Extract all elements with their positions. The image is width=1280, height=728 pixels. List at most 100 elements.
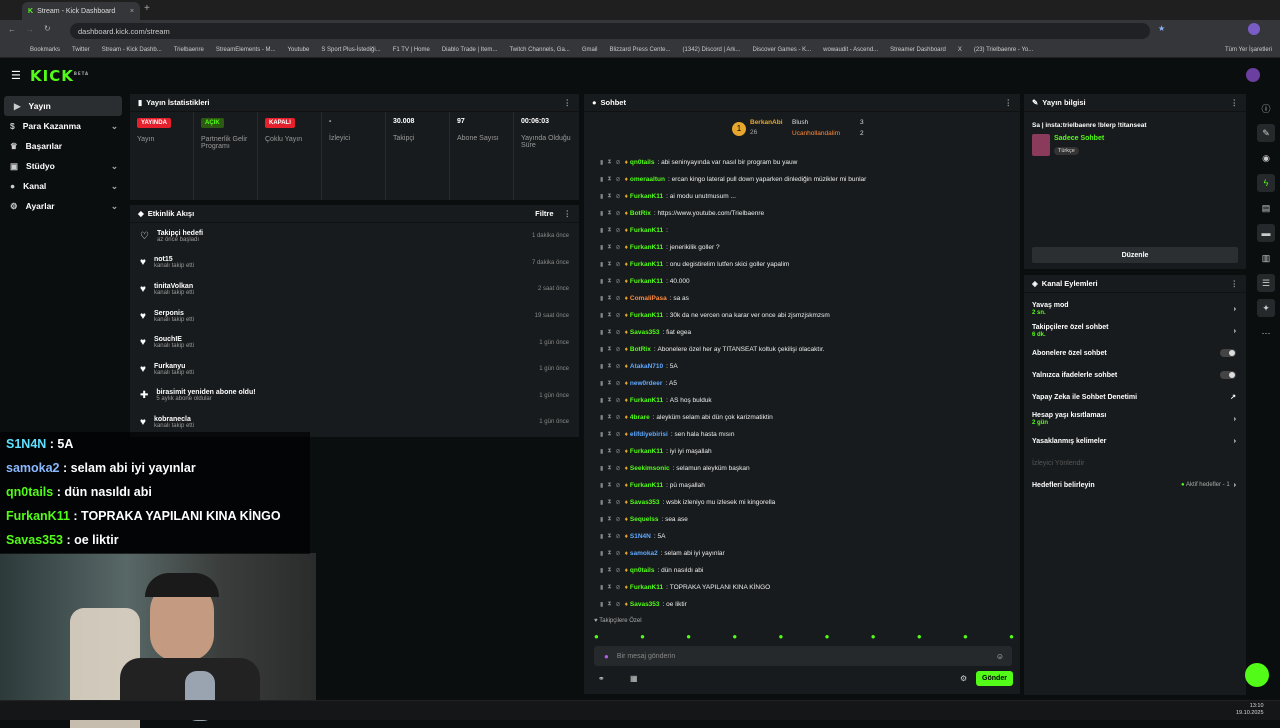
chat-username[interactable]: FurkanK11	[630, 312, 663, 319]
ban-icon[interactable]: ⊘	[616, 261, 621, 268]
emote-icon[interactable]: ●	[871, 632, 876, 641]
chat-username[interactable]: Sequelss	[630, 516, 659, 523]
chat-username[interactable]: new0rdeer	[630, 380, 663, 387]
pin-icon[interactable]: ▮	[600, 227, 603, 234]
timeout-icon[interactable]: ⧗	[607, 295, 611, 302]
chat-username[interactable]: S1N4N	[630, 533, 651, 540]
chat-username[interactable]: BotRix	[630, 346, 651, 353]
bookmark-item[interactable]: Gmail	[582, 47, 598, 53]
ban-icon[interactable]: ⊘	[616, 567, 621, 574]
timeout-icon[interactable]: ⧗	[607, 567, 611, 574]
calendar-icon[interactable]: ▥	[1257, 249, 1275, 267]
emote-icon[interactable]: ●	[779, 632, 784, 641]
ban-icon[interactable]: ⊘	[616, 210, 621, 217]
timeout-icon[interactable]: ⧗	[607, 244, 611, 251]
sidebar-item-yayin[interactable]: ▶ Yayın	[4, 96, 122, 116]
emote-icon[interactable]: ●	[732, 632, 737, 641]
ban-icon[interactable]: ⊘	[616, 363, 621, 370]
chat-username[interactable]: FurkanK11	[630, 261, 663, 268]
action-ai-moderation[interactable]: Yapay Zeka ile Sohbet Denetimi ↗	[1024, 386, 1246, 408]
gear-icon[interactable]: ⚙	[960, 674, 967, 683]
chat-username[interactable]: FurkanK11	[630, 448, 663, 455]
ban-icon[interactable]: ⊘	[616, 193, 621, 200]
timeout-icon[interactable]: ⧗	[607, 278, 611, 285]
category-link[interactable]: Sadece Sohbet	[1054, 135, 1104, 142]
timeout-icon[interactable]: ⧗	[607, 193, 611, 200]
timeout-icon[interactable]: ⧗	[607, 533, 611, 540]
ban-icon[interactable]: ⊘	[616, 278, 621, 285]
pin-icon[interactable]: ▮	[600, 193, 603, 200]
chat-username[interactable]: Seekimsonic	[630, 465, 670, 472]
pin-icon[interactable]: ▮	[600, 448, 603, 455]
pin-icon[interactable]: ▮	[600, 465, 603, 472]
chat-input[interactable]: ● Bir mesaj gönderin ☺	[594, 646, 1012, 666]
bookmark-item[interactable]: Trielbaenre	[174, 47, 204, 53]
settings-link-icon[interactable]: ⚭	[598, 674, 605, 683]
ban-icon[interactable]: ⊘	[616, 244, 621, 251]
chat-username[interactable]: FurkanK11	[630, 227, 663, 234]
chat-username[interactable]: qn0tails	[630, 159, 655, 166]
timeout-icon[interactable]: ⧗	[607, 329, 611, 336]
pin-icon[interactable]: ▮	[600, 210, 603, 217]
timeout-icon[interactable]: ⧗	[607, 210, 611, 217]
bookmark-item[interactable]: X	[958, 47, 962, 53]
timeout-icon[interactable]: ⧗	[607, 601, 611, 608]
chat-username[interactable]: elifdiyebirisi	[630, 431, 668, 438]
ban-icon[interactable]: ⊘	[616, 159, 621, 166]
chat-username[interactable]: FurkanK11	[630, 278, 663, 285]
new-tab-icon[interactable]: +	[144, 3, 150, 14]
pin-icon[interactable]: ▮	[600, 567, 603, 574]
emote-icon[interactable]: ●	[963, 632, 968, 641]
timeout-icon[interactable]: ⧗	[607, 363, 611, 370]
ban-icon[interactable]: ⊘	[616, 380, 621, 387]
timeout-icon[interactable]: ⧗	[607, 448, 611, 455]
bot-icon[interactable]: ◉	[1257, 149, 1275, 167]
pin-icon[interactable]: ▮	[600, 346, 603, 353]
subscriber-chat-toggle[interactable]	[1220, 349, 1236, 357]
ban-icon[interactable]: ⊘	[616, 533, 621, 540]
chat-username[interactable]: Savas353	[630, 601, 660, 608]
ban-icon[interactable]: ⊘	[616, 295, 621, 302]
ban-icon[interactable]: ⊘	[616, 346, 621, 353]
bookmark-item[interactable]: F1 TV | Home	[393, 47, 430, 53]
profile-avatar[interactable]	[1248, 23, 1260, 35]
sidebar-item-para-kazanma[interactable]: $ Para Kazanma ⌄	[0, 116, 126, 136]
bookmark-item[interactable]: Diablo Trade | Item...	[442, 47, 498, 53]
kick-logo[interactable]: KICKBETA	[30, 67, 89, 85]
ban-icon[interactable]: ⊘	[616, 397, 621, 404]
action-account-age[interactable]: Hesap yaşı kısıtlaması 2 gün ›	[1024, 408, 1246, 430]
timeout-icon[interactable]: ⧗	[607, 227, 611, 234]
pin-icon[interactable]: ▮	[600, 584, 603, 591]
ban-icon[interactable]: ⊘	[616, 312, 621, 319]
pin-icon[interactable]: ▮	[600, 499, 603, 506]
ban-icon[interactable]: ⊘	[616, 431, 621, 438]
pencil-icon[interactable]: ✎	[1257, 124, 1275, 142]
chat-username[interactable]: Savas353	[630, 329, 660, 336]
timeout-icon[interactable]: ⧗	[607, 176, 611, 183]
pin-icon[interactable]: ▮	[600, 244, 603, 251]
sidebar-item-kanal[interactable]: ● Kanal ⌄	[0, 176, 126, 196]
bookmark-item[interactable]: Discover Games - K...	[752, 47, 811, 53]
timeout-icon[interactable]: ⧗	[607, 516, 611, 523]
timeout-icon[interactable]: ⧗	[607, 312, 611, 319]
pin-icon[interactable]: ▮	[600, 176, 603, 183]
chat-icon[interactable]: ▬	[1257, 224, 1275, 242]
ban-icon[interactable]: ⊘	[616, 227, 621, 234]
pin-icon[interactable]: ▮	[600, 414, 603, 421]
chat-username[interactable]: Savas353	[630, 499, 660, 506]
bookmark-item[interactable]: StreamElements - M...	[216, 47, 276, 53]
more-icon[interactable]: ⋮	[564, 209, 572, 218]
bookmark-item[interactable]: wowaudit - Ascend...	[823, 47, 878, 53]
chat-username[interactable]: 4brare	[630, 414, 650, 421]
chat-username[interactable]: qn0tails	[630, 567, 655, 574]
action-goals[interactable]: Hedefleri belirleyin ● Aktif hedefler - 1…	[1024, 474, 1246, 496]
timeout-icon[interactable]: ⧗	[607, 482, 611, 489]
ban-icon[interactable]: ⊘	[616, 601, 621, 608]
pin-icon[interactable]: ▮	[600, 295, 603, 302]
all-bookmarks[interactable]: Tüm Yer İşaretleri	[1225, 47, 1272, 53]
bookmark-item[interactable]: Bookmarks	[30, 47, 60, 53]
timeout-icon[interactable]: ⧗	[607, 584, 611, 591]
gift-icon[interactable]: ▦	[630, 674, 638, 683]
list-icon[interactable]: ☰	[1257, 274, 1275, 292]
pin-icon[interactable]: ▮	[600, 312, 603, 319]
